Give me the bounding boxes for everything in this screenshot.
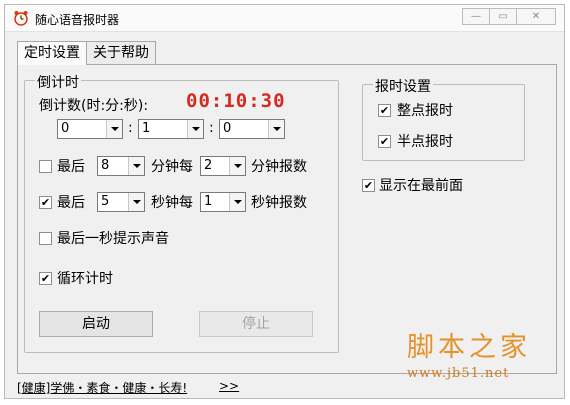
seconds-interval-value: 1 <box>204 194 213 209</box>
announce-group: 报时设置 ✔ 整点报时 ✔ 半点报时 <box>362 76 525 161</box>
last-second-sound-label: 最后一秒提示声音 <box>57 231 169 247</box>
time-separator: : <box>128 120 133 136</box>
chevron-down-icon[interactable] <box>128 193 144 211</box>
close-icon: ✕ <box>531 11 541 22</box>
stop-button[interactable]: 停止 <box>199 311 313 337</box>
chevron-down-icon[interactable] <box>268 120 284 138</box>
minutes-interval-value: 2 <box>204 158 213 173</box>
window-title: 随心语音报时器 <box>35 13 120 27</box>
countdown-group: 倒计时 倒计数(时:分:秒): 00:10:30 0 : 1 : 0 最后 8 <box>24 72 339 353</box>
time-separator: : <box>209 120 214 136</box>
status-more-link[interactable]: >> <box>219 379 239 393</box>
checkmark-icon: ✔ <box>363 179 374 192</box>
topmost-label: 显示在最前面 <box>379 178 463 194</box>
alarm-clock-icon <box>13 10 29 26</box>
last-minutes-suffix: 分钟报数 <box>251 159 307 175</box>
loop-timer-label: 循环计时 <box>57 271 113 287</box>
chevron-down-icon[interactable] <box>187 120 203 138</box>
hourly-announce-checkbox[interactable]: ✔ <box>378 104 391 117</box>
minutes-interval-select[interactable]: 2 <box>200 156 246 176</box>
minimize-icon: — <box>471 11 481 22</box>
chevron-down-icon[interactable] <box>229 157 245 175</box>
watermark-cn: 脚本之家 <box>407 332 531 363</box>
checkmark-icon: ✔ <box>379 104 390 117</box>
chevron-down-icon[interactable] <box>128 157 144 175</box>
seconds-interval-select[interactable]: 1 <box>200 192 246 212</box>
last-minutes-middle: 分钟每 <box>151 159 193 175</box>
topmost-checkbox[interactable]: ✔ <box>362 179 375 192</box>
countdown-time-display: 00:10:30 <box>186 90 286 112</box>
checkmark-icon: ✔ <box>379 135 390 148</box>
tab-timer-settings[interactable]: 定时设置 <box>17 41 87 65</box>
half-hour-announce-checkbox[interactable]: ✔ <box>378 135 391 148</box>
last-seconds-value: 5 <box>101 194 110 209</box>
last-seconds-middle: 秒钟每 <box>151 195 193 211</box>
last-second-sound-checkbox[interactable] <box>39 232 52 245</box>
countdown-group-label: 倒计时 <box>35 72 81 92</box>
last-seconds-suffix: 秒钟报数 <box>251 195 307 211</box>
checkmark-icon: ✔ <box>40 196 51 209</box>
tab-strip: 定时设置 关于帮助 <box>17 41 156 65</box>
last-minutes-select[interactable]: 8 <box>97 156 145 176</box>
last-minutes-value: 8 <box>101 158 110 173</box>
chevron-down-icon[interactable] <box>229 193 245 211</box>
start-button[interactable]: 启动 <box>39 311 153 337</box>
second-select[interactable]: 0 <box>219 119 285 139</box>
title-bar: 随心语音报时器 — ▭ ✕ <box>5 5 564 32</box>
second-value: 0 <box>223 121 232 136</box>
status-link[interactable]: [健康]学佛・素食・健康・长寿! <box>17 379 187 396</box>
hour-select[interactable]: 0 <box>57 119 123 139</box>
last-minutes-prefix: 最后 <box>57 159 85 175</box>
announce-group-label: 报时设置 <box>373 76 433 96</box>
last-seconds-prefix: 最后 <box>57 195 85 211</box>
watermark-url: www.jb51.net <box>407 366 510 381</box>
maximize-icon: ▭ <box>498 11 508 22</box>
loop-timer-checkbox[interactable]: ✔ <box>39 272 52 285</box>
hour-value: 0 <box>61 121 70 136</box>
minute-value: 1 <box>142 121 151 136</box>
tab-about-help[interactable]: 关于帮助 <box>86 41 156 64</box>
checkmark-icon: ✔ <box>40 272 51 285</box>
minute-select[interactable]: 1 <box>138 119 204 139</box>
maximize-button[interactable]: ▭ <box>489 8 517 25</box>
last-seconds-checkbox[interactable]: ✔ <box>39 196 52 209</box>
close-button[interactable]: ✕ <box>516 8 556 25</box>
last-seconds-select[interactable]: 5 <box>97 192 145 212</box>
half-hour-announce-label: 半点报时 <box>397 134 453 150</box>
hourly-announce-label: 整点报时 <box>397 103 453 119</box>
countdown-count-label: 倒计数(时:分:秒): <box>39 98 149 114</box>
last-minutes-checkbox[interactable] <box>39 160 52 173</box>
chevron-down-icon[interactable] <box>106 120 122 138</box>
watermark: 脚本之家 www.jb51.net <box>407 325 531 381</box>
minimize-button[interactable]: — <box>462 8 490 25</box>
